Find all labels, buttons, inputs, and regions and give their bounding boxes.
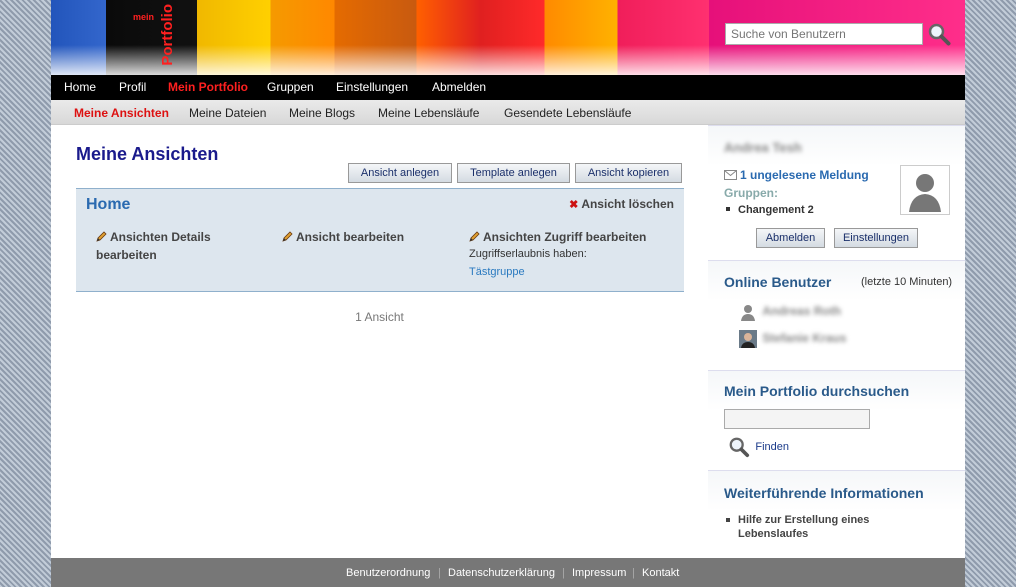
user-silhouette-icon <box>741 305 755 321</box>
page-title: Meine Ansichten <box>76 144 219 164</box>
view-title-link[interactable]: Home <box>86 196 130 214</box>
footer-separator: | <box>438 567 441 579</box>
more-info-link-label: Hilfe zur Erstellung eines Lebenslaufes <box>738 514 870 540</box>
footer-link-datenschutz[interactable]: Datenschutzerklärung <box>448 567 555 579</box>
online-user-name: Stefanie Kraus <box>762 331 847 346</box>
nav-gruppen[interactable]: Gruppen <box>267 80 314 94</box>
delete-view-link[interactable]: ✖ Ansicht löschen <box>569 197 674 211</box>
copy-view-button[interactable]: Ansicht kopieren <box>575 163 682 183</box>
edit-details-link[interactable]: Ansichten Details bearbeiten <box>96 228 256 264</box>
search-icon[interactable] <box>927 22 951 46</box>
pencil-icon <box>282 231 293 242</box>
portfolio-search-panel: Mein Portfolio durchsuchen Finden <box>708 370 965 470</box>
main-nav: Home Profil Mein Portfolio Gruppen Einst… <box>51 75 965 100</box>
nav-profil[interactable]: Profil <box>119 80 146 94</box>
groups-label: Gruppen: <box>724 186 778 200</box>
subnav-meine-ansichten[interactable]: Meine Ansichten <box>74 106 169 120</box>
avatar[interactable] <box>900 165 950 215</box>
settings-button[interactable]: Einstellungen <box>834 228 918 248</box>
bullet-icon <box>726 207 730 211</box>
edit-view-label: Ansicht bearbeiten <box>296 230 405 244</box>
online-users-panel: Online Benutzer (letzte 10 Minuten) Andr… <box>708 260 965 370</box>
unread-messages-label: 1 ungelesene Meldung <box>740 168 869 182</box>
online-user-item[interactable]: Andreas Roth <box>739 303 841 323</box>
nav-einstellungen[interactable]: Einstellungen <box>336 80 408 94</box>
avatar-silhouette-icon <box>909 174 941 212</box>
main-content: Meine Ansichten Ansicht anlegen Template… <box>51 125 708 558</box>
sidebar: Andrea Tesh 1 ungelesene Meldung Gruppen… <box>708 125 965 558</box>
user-name: Andrea Tesh <box>724 140 802 155</box>
subnav-meine-blogs[interactable]: Meine Blogs <box>289 106 355 120</box>
more-info-link[interactable]: Hilfe zur Erstellung eines Lebenslaufes <box>726 513 936 541</box>
logo-mein-text: mein <box>133 12 155 22</box>
logo-portfolio-text: Portfolio <box>159 4 176 66</box>
footer-link-benutzerordnung[interactable]: Benutzerordnung <box>346 567 430 579</box>
delete-x-icon: ✖ <box>569 199 579 211</box>
logout-button[interactable]: Abmelden <box>756 228 825 248</box>
more-info-panel: Weiterführende Informationen Hilfe zur E… <box>708 470 965 558</box>
portfolio-search-input[interactable] <box>724 409 870 429</box>
access-group-link[interactable]: Tästgruppe <box>469 266 525 278</box>
unread-messages-link[interactable]: 1 ungelesene Meldung <box>724 168 869 182</box>
online-user-name: Andreas Roth <box>762 304 842 319</box>
view-box: Home ✖ Ansicht löschen Ansichten Details … <box>76 188 684 292</box>
online-users-note: (letzte 10 Minuten) <box>861 276 953 288</box>
subnav-meine-dateien[interactable]: Meine Dateien <box>189 106 266 120</box>
pencil-icon <box>469 231 480 242</box>
nav-mein-portfolio[interactable]: Mein Portfolio <box>168 80 248 94</box>
footer-separator: | <box>562 567 565 579</box>
access-label: Zugriffserlaubnis haben: <box>469 248 587 260</box>
edit-view-link[interactable]: Ansicht bearbeiten <box>282 228 404 246</box>
user-photo-icon <box>739 330 757 348</box>
user-panel: Andrea Tesh 1 ungelesene Meldung Gruppen… <box>708 125 965 260</box>
group-item-label: Changement 2 <box>738 204 814 216</box>
online-user-item[interactable]: Stefanie Kraus <box>739 330 846 350</box>
edit-access-label: Ansichten Zugriff bearbeiten <box>483 230 647 244</box>
group-item[interactable]: Changement 2 <box>726 204 814 216</box>
subnav-gesendete-lebenslaeufe[interactable]: Gesendete Lebensläufe <box>504 106 631 120</box>
create-template-button[interactable]: Template anlegen <box>457 163 570 183</box>
find-button[interactable]: Finden <box>728 436 789 458</box>
find-label: Finden <box>755 441 789 454</box>
edit-access-link[interactable]: Ansichten Zugriff bearbeiten <box>469 228 646 246</box>
footer: Benutzerordnung | Datenschutzerklärung |… <box>51 558 965 587</box>
page: mein Portfolio Home Profil Mein Portfoli… <box>51 0 965 587</box>
view-count: 1 Ansicht <box>355 310 404 324</box>
footer-link-impressum[interactable]: Impressum <box>572 567 626 579</box>
header-banner: mein Portfolio <box>51 0 965 75</box>
envelope-icon <box>724 170 737 180</box>
delete-view-label: Ansicht löschen <box>581 197 674 211</box>
subnav-meine-lebenslaeufe[interactable]: Meine Lebensläufe <box>378 106 479 120</box>
footer-link-kontakt[interactable]: Kontakt <box>642 567 679 579</box>
more-info-title: Weiterführende Informationen <box>724 485 924 501</box>
create-view-button[interactable]: Ansicht anlegen <box>348 163 452 183</box>
portfolio-search-title: Mein Portfolio durchsuchen <box>724 383 910 399</box>
pencil-icon <box>96 231 107 242</box>
magnifier-icon <box>729 437 750 458</box>
nav-abmelden[interactable]: Abmelden <box>432 80 486 94</box>
user-search-input[interactable] <box>725 23 923 45</box>
sub-nav: Meine Ansichten Meine Dateien Meine Blog… <box>51 100 965 125</box>
bullet-icon <box>726 518 730 522</box>
footer-separator: | <box>632 567 635 579</box>
nav-home[interactable]: Home <box>64 80 96 94</box>
edit-details-label: Ansichten Details bearbeiten <box>96 230 211 262</box>
online-users-title: Online Benutzer <box>724 274 832 290</box>
